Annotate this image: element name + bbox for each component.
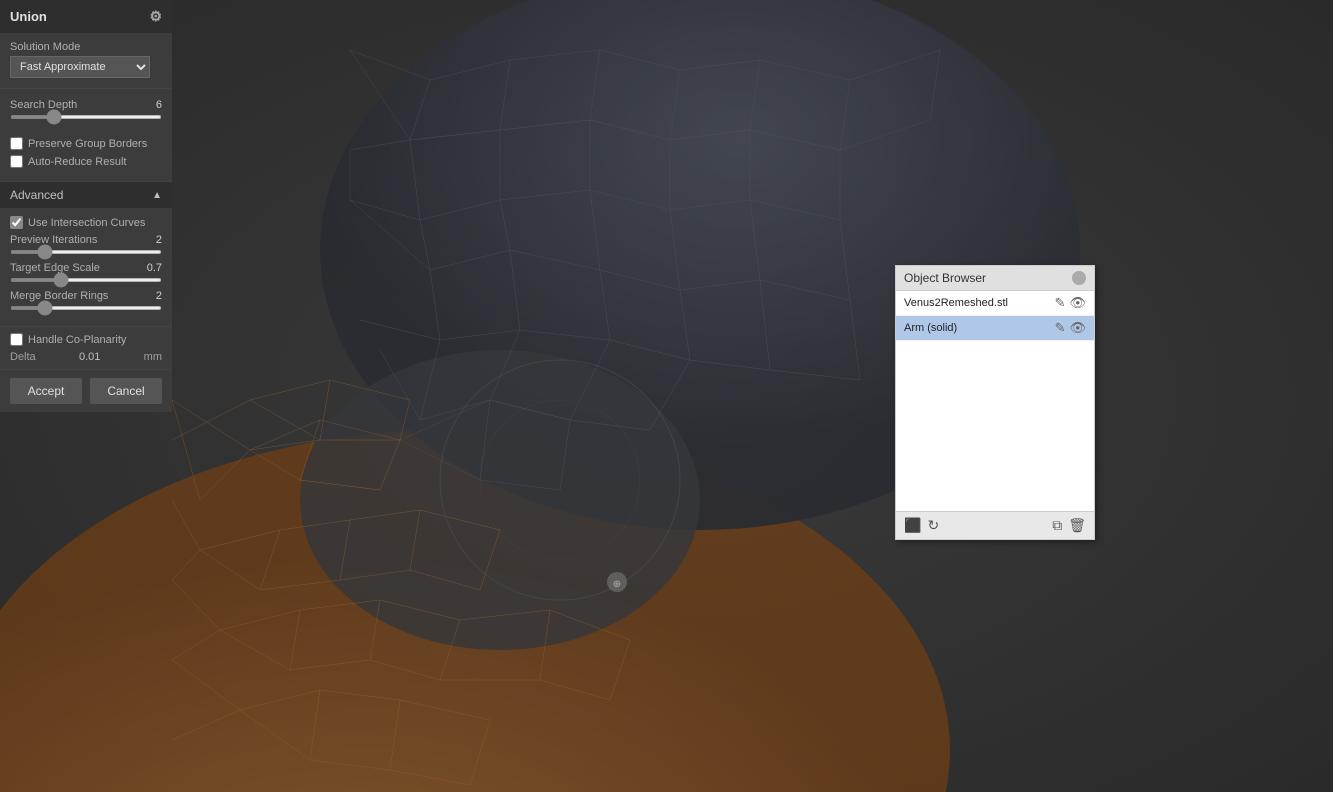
- object-browser-item-selected[interactable]: Arm (solid) ✎ 👁: [896, 316, 1094, 341]
- object-browser-title: Object Browser: [904, 271, 986, 285]
- handle-coplanarity-checkbox[interactable]: [10, 333, 23, 346]
- merge-border-rings-slider[interactable]: [10, 306, 162, 310]
- left-panel: Union ⚙ Solution Mode Fast Approximate E…: [0, 0, 172, 412]
- object-item-name-0: Venus2Remeshed.stl: [904, 297, 1055, 309]
- gear-icon[interactable]: ⚙: [149, 8, 162, 25]
- object-item-icons-1: ✎ 👁: [1055, 320, 1086, 336]
- object-browser-list: Venus2Remeshed.stl ✎ 👁 Arm (solid) ✎ 👁: [896, 291, 1094, 511]
- auto-reduce-result-row[interactable]: Auto-Reduce Result: [10, 155, 162, 168]
- object-browser-footer-icons: ⬛ ↻: [904, 517, 939, 534]
- advanced-header[interactable]: Advanced ▲: [0, 181, 172, 208]
- preview-iterations-slider[interactable]: [10, 250, 162, 254]
- object-browser-close-button[interactable]: [1072, 271, 1086, 285]
- delta-label: Delta: [10, 351, 36, 363]
- svg-text:⊕: ⊕: [613, 579, 621, 590]
- object-browser: Object Browser Venus2Remeshed.stl ✎ 👁 Ar…: [895, 265, 1095, 540]
- search-depth-slider[interactable]: [10, 115, 162, 119]
- search-depth-section: Search Depth 6: [0, 91, 172, 135]
- rotate-icon[interactable]: ↻: [927, 517, 939, 534]
- object-browser-footer-right-icons: ⧉ 🗑: [1052, 517, 1086, 534]
- viewport: ⊕: [0, 0, 1333, 792]
- object-item-icons-0: ✎ 👁: [1055, 295, 1086, 311]
- divider-1: [0, 88, 172, 89]
- advanced-label: Advanced: [10, 188, 63, 202]
- object-item-name-1: Arm (solid): [904, 322, 1055, 334]
- use-intersection-curves-checkbox[interactable]: [10, 216, 23, 229]
- solution-mode-select[interactable]: Fast Approximate Exact Quality: [10, 56, 150, 78]
- object-item-eye-icon-0[interactable]: 👁: [1069, 295, 1086, 311]
- auto-reduce-result-checkbox[interactable]: [10, 155, 23, 168]
- panel-title: Union: [10, 9, 47, 24]
- delta-unit: mm: [144, 351, 162, 363]
- use-intersection-curves-row[interactable]: Use Intersection Curves: [10, 216, 162, 229]
- handle-coplanarity-section: Handle Co-Planarity Delta 0.01 mm: [0, 326, 172, 369]
- cube-icon[interactable]: ⬛: [904, 517, 921, 534]
- object-item-edit-icon-0[interactable]: ✎: [1055, 295, 1066, 311]
- mesh-background: ⊕: [0, 0, 1333, 792]
- delta-value: 0.01: [79, 351, 100, 363]
- handle-coplanarity-label: Handle Co-Planarity: [28, 334, 126, 346]
- auto-reduce-result-label: Auto-Reduce Result: [28, 156, 126, 168]
- object-browser-footer: ⬛ ↻ ⧉ 🗑: [896, 511, 1094, 539]
- preserve-group-borders-label: Preserve Group Borders: [28, 138, 147, 150]
- object-browser-header: Object Browser: [896, 266, 1094, 291]
- copy-icon[interactable]: ⧉: [1052, 517, 1062, 534]
- object-item-edit-icon-1[interactable]: ✎: [1055, 320, 1066, 336]
- delta-row: Delta 0.01 mm: [10, 351, 162, 363]
- object-browser-item[interactable]: Venus2Remeshed.stl ✎ 👁: [896, 291, 1094, 316]
- advanced-section: Use Intersection Curves Preview Iteratio…: [0, 208, 172, 326]
- solution-mode-section: Solution Mode Fast Approximate Exact Qua…: [0, 33, 172, 86]
- accept-button[interactable]: Accept: [10, 378, 82, 404]
- button-row: Accept Cancel: [0, 369, 172, 412]
- cancel-button[interactable]: Cancel: [90, 378, 162, 404]
- target-edge-scale-slider[interactable]: [10, 278, 162, 282]
- preserve-group-borders-checkbox[interactable]: [10, 137, 23, 150]
- panel-header: Union ⚙: [0, 0, 172, 33]
- preserve-group-borders-row[interactable]: Preserve Group Borders: [10, 137, 162, 150]
- solution-mode-label: Solution Mode: [10, 41, 162, 53]
- trash-icon[interactable]: 🗑: [1068, 517, 1086, 534]
- use-intersection-curves-label: Use Intersection Curves: [28, 217, 145, 229]
- advanced-arrow-icon: ▲: [152, 190, 162, 201]
- handle-coplanarity-row[interactable]: Handle Co-Planarity: [10, 333, 162, 346]
- object-item-eye-icon-1[interactable]: 👁: [1069, 320, 1086, 336]
- checkboxes-section: Preserve Group Borders Auto-Reduce Resul…: [0, 135, 172, 181]
